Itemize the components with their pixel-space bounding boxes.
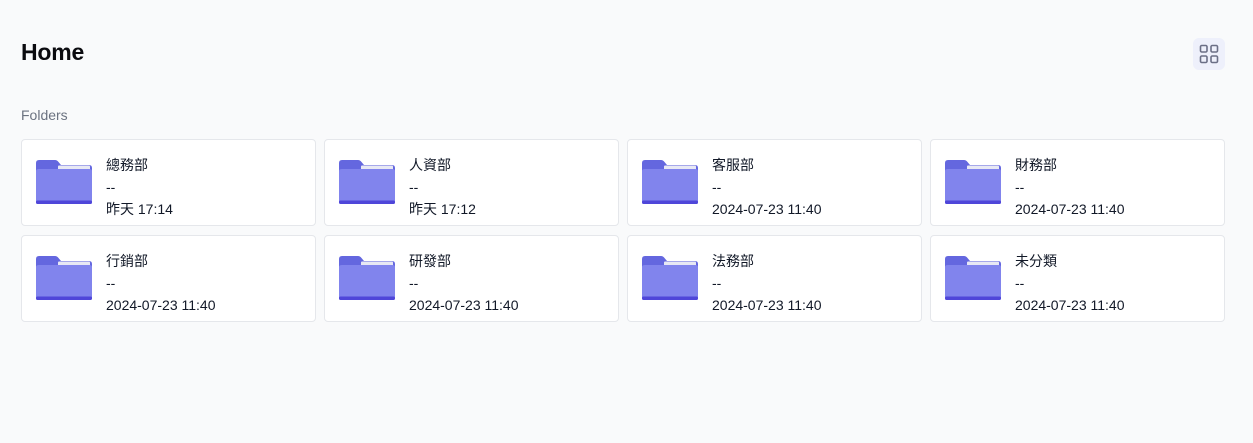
- folder-modified: 昨天 17:12: [409, 201, 476, 217]
- page-title: Home: [21, 39, 85, 65]
- folder-name: 財務部: [1015, 157, 1057, 173]
- home-page: Home Folders 總務部 -- 昨天 17:14 人資部 -- 昨天 1…: [0, 0, 1253, 443]
- folder-modified: 2024-07-23 11:40: [106, 297, 216, 313]
- folder-icon: [36, 160, 92, 204]
- folder-name: 人資部: [409, 157, 451, 173]
- folder-name: 行銷部: [106, 253, 148, 269]
- folder-size: --: [409, 179, 419, 195]
- folder-modified: 2024-07-23 11:40: [1015, 201, 1125, 217]
- folder-name: 研發部: [409, 253, 451, 269]
- folder-size: --: [409, 275, 419, 291]
- grid-view-toggle-button[interactable]: [1193, 38, 1225, 70]
- folder-size: --: [712, 275, 722, 291]
- folder-icon: [36, 256, 92, 300]
- folder-modified: 昨天 17:14: [106, 201, 173, 217]
- folder-size: --: [1015, 179, 1025, 195]
- folder-size: --: [712, 179, 722, 195]
- folder-icon: [945, 256, 1001, 300]
- grid-view-icon: [1199, 44, 1219, 64]
- folder-icon: [642, 160, 698, 204]
- folder-modified: 2024-07-23 11:40: [712, 201, 822, 217]
- folder-card[interactable]: 行銷部 -- 2024-07-23 11:40: [21, 235, 316, 322]
- folder-card[interactable]: 財務部 -- 2024-07-23 11:40: [930, 139, 1225, 226]
- folder-icon: [945, 160, 1001, 204]
- folder-modified: 2024-07-23 11:40: [409, 297, 519, 313]
- folder-card[interactable]: 人資部 -- 昨天 17:12: [324, 139, 619, 226]
- folder-card[interactable]: 未分類 -- 2024-07-23 11:40: [930, 235, 1225, 322]
- page-header: Home: [21, 0, 1225, 108]
- folder-size: --: [1015, 275, 1025, 291]
- folder-icon: [642, 256, 698, 300]
- folder-card[interactable]: 研發部 -- 2024-07-23 11:40: [324, 235, 619, 322]
- folder-card[interactable]: 總務部 -- 昨天 17:14: [21, 139, 316, 226]
- section-label-folders: Folders: [21, 107, 68, 123]
- folder-modified: 2024-07-23 11:40: [1015, 297, 1125, 313]
- folder-grid: 總務部 -- 昨天 17:14 人資部 -- 昨天 17:12 客服部 -- 2…: [21, 139, 1225, 322]
- folder-size: --: [106, 179, 116, 195]
- folder-card[interactable]: 客服部 -- 2024-07-23 11:40: [627, 139, 922, 226]
- folder-name: 總務部: [106, 157, 148, 173]
- folder-size: --: [106, 275, 116, 291]
- folder-modified: 2024-07-23 11:40: [712, 297, 822, 313]
- folder-name: 法務部: [712, 253, 754, 269]
- folder-card[interactable]: 法務部 -- 2024-07-23 11:40: [627, 235, 922, 322]
- folder-name: 未分類: [1015, 253, 1057, 269]
- folder-icon: [339, 160, 395, 204]
- folder-icon: [339, 256, 395, 300]
- folder-name: 客服部: [712, 157, 754, 173]
